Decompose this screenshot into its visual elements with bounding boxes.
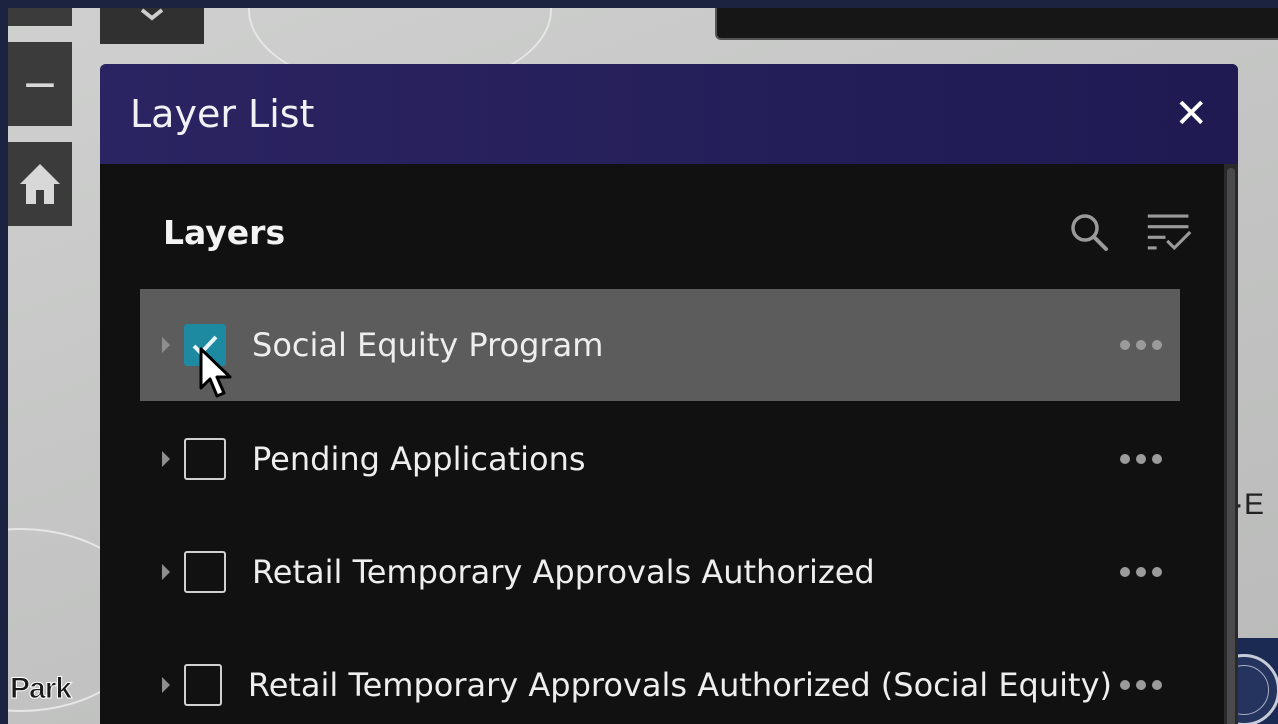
dot — [1152, 680, 1162, 690]
compass-button[interactable] — [100, 8, 204, 44]
more-options-button[interactable] — [1112, 332, 1170, 358]
expand-caret-icon[interactable] — [162, 677, 170, 693]
layer-checkbox[interactable] — [184, 438, 226, 480]
more-options-button[interactable] — [1112, 446, 1170, 472]
expand-caret-icon[interactable] — [162, 564, 170, 580]
more-options-button[interactable] — [1112, 559, 1170, 585]
layer-label: Social Equity Program — [252, 326, 604, 364]
filter-check-icon — [1147, 214, 1192, 251]
top-panel — [715, 8, 1278, 40]
layer-row-pending-applications[interactable]: Pending Applications — [140, 403, 1180, 515]
layer-checkbox[interactable] — [184, 664, 222, 706]
dot — [1136, 567, 1146, 577]
park-map-label: Park — [9, 672, 72, 706]
more-options-button[interactable] — [1112, 672, 1170, 698]
dot — [1120, 567, 1130, 577]
dot — [1136, 680, 1146, 690]
scroll-thumb[interactable] — [1227, 168, 1235, 724]
expand-caret-icon[interactable] — [162, 337, 170, 353]
chevron-down-icon — [140, 8, 164, 21]
dot — [1152, 340, 1162, 350]
expand-caret-icon[interactable] — [162, 451, 170, 467]
minus-icon: − — [21, 58, 59, 110]
layers-tools — [1066, 209, 1192, 255]
layer-row-retail-temporary-approvals[interactable]: Retail Temporary Approvals Authorized — [140, 516, 1180, 628]
search-icon — [1071, 214, 1108, 251]
layer-label: Retail Temporary Approvals Authorized — [252, 553, 875, 591]
filter-button[interactable] — [1146, 209, 1192, 255]
close-button[interactable]: ✕ — [1174, 94, 1208, 134]
panel-title: Layer List — [130, 92, 315, 136]
mouse-pointer-icon — [199, 347, 232, 398]
layer-row-social-equity-program[interactable]: Social Equity Program — [140, 289, 1180, 401]
dot — [1120, 454, 1130, 464]
dot — [1152, 567, 1162, 577]
layers-title: Layers — [163, 212, 286, 252]
zoom-in-button[interactable] — [8, 8, 72, 26]
layer-checkbox[interactable] — [184, 551, 226, 593]
layers-header: Layers — [163, 202, 1192, 262]
scrollbar[interactable] — [1224, 164, 1238, 724]
panel-body: Layers Social Equity Program Pending App… — [100, 164, 1238, 724]
zoom-out-button[interactable]: − — [8, 42, 72, 126]
layer-row-retail-temporary-approvals-social-equity[interactable]: Retail Temporary Approvals Authorized (S… — [140, 629, 1180, 724]
dot — [1120, 340, 1130, 350]
dot — [1120, 680, 1130, 690]
dot — [1152, 454, 1162, 464]
map-label: ·E — [1234, 488, 1264, 521]
layer-label: Pending Applications — [252, 440, 586, 478]
dot — [1136, 340, 1146, 350]
home-button[interactable] — [8, 142, 72, 226]
layer-label: Retail Temporary Approvals Authorized (S… — [247, 666, 1112, 704]
home-icon — [20, 164, 60, 204]
panel-header: Layer List ✕ — [100, 64, 1238, 164]
dot — [1136, 454, 1146, 464]
layer-list-panel: Layer List ✕ Layers Social Equity Progra… — [100, 64, 1238, 724]
search-button[interactable] — [1066, 209, 1112, 255]
